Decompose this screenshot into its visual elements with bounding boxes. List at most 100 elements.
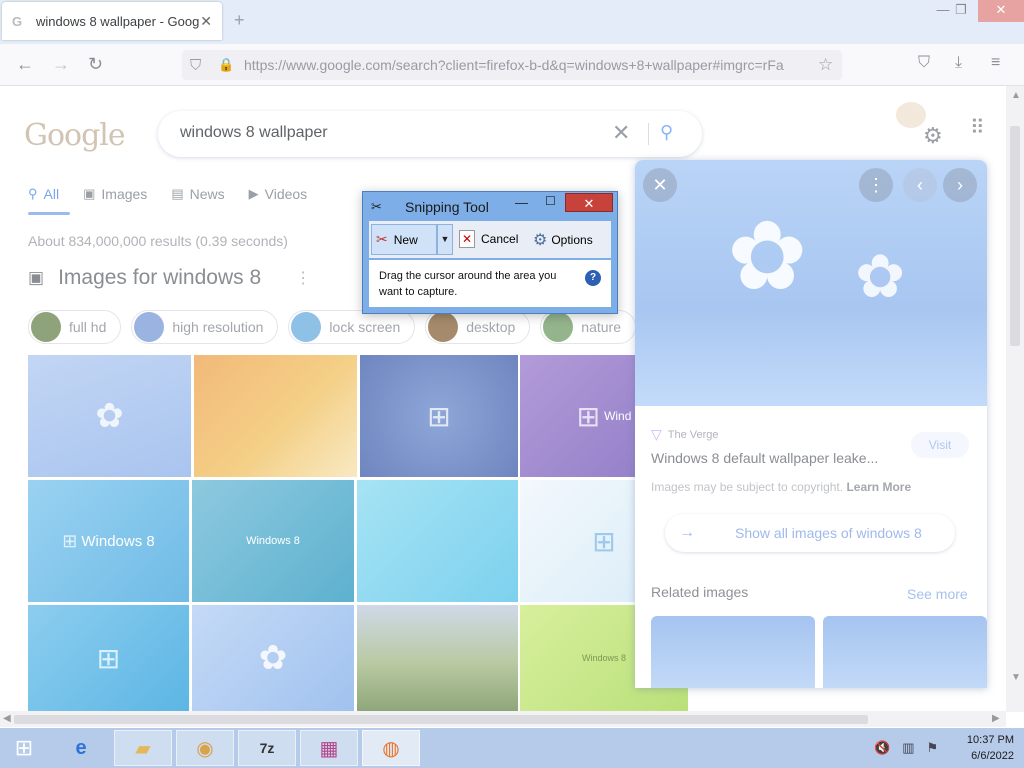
snipping-tool-titlebar[interactable]: ✂ Snipping Tool — ☐ ✕ <box>363 192 617 221</box>
more-options-icon[interactable]: ⋮ <box>295 268 311 288</box>
tab-images[interactable]: ▣ Images <box>83 186 147 202</box>
chip-desktop[interactable]: desktop <box>425 310 531 344</box>
gear-icon[interactable]: ⚙ <box>923 123 943 149</box>
learn-more-link[interactable]: Learn More <box>846 480 911 494</box>
snip-mode-dropdown[interactable]: ▼ <box>437 224 453 255</box>
restore-window-icon[interactable]: ❐ <box>946 0 976 22</box>
new-tab-icon[interactable]: + <box>234 10 245 31</box>
tab-videos[interactable]: ▶ Videos <box>249 186 308 202</box>
related-image[interactable] <box>651 616 815 688</box>
more-options-icon[interactable]: ⋮ <box>859 168 893 202</box>
chip-thumbnail <box>291 312 322 342</box>
start-button-icon[interactable]: ⊞ <box>0 730 48 766</box>
snipping-toolbar: ✂ New ▼ ✕ Cancel ⚙ Options <box>369 221 611 258</box>
image-result[interactable] <box>357 480 518 602</box>
next-image-icon[interactable]: › <box>943 168 977 202</box>
scroll-thumb[interactable] <box>1010 126 1020 346</box>
preview-title[interactable]: Windows 8 default wallpaper leake... <box>651 450 878 466</box>
chip-nature[interactable]: nature <box>540 310 636 344</box>
new-snip-button[interactable]: ✂ New <box>371 224 437 255</box>
previous-image-icon[interactable]: ‹ <box>903 168 937 202</box>
chip-full-hd[interactable]: full hd <box>28 310 122 344</box>
image-result[interactable]: ⊞ <box>28 605 189 711</box>
results-count: About 834,000,000 results (0.39 seconds) <box>28 233 288 249</box>
maximize-icon[interactable]: ☐ <box>545 194 556 208</box>
image-result[interactable]: ✿ <box>192 605 354 711</box>
cancel-button[interactable]: ✕ Cancel <box>459 230 518 248</box>
menu-icon[interactable]: ≡ <box>991 54 1000 72</box>
scissors-icon: ✂ <box>376 231 388 247</box>
source-site[interactable]: ▽ The Verge <box>651 426 719 443</box>
minimize-icon[interactable]: — <box>515 195 528 210</box>
tab-label: News <box>189 186 225 202</box>
image-result[interactable] <box>194 355 357 477</box>
close-window-icon[interactable]: ✕ <box>978 0 1024 22</box>
chip-lock-screen[interactable]: lock screen <box>288 310 416 344</box>
image-result[interactable]: ⊞ <box>360 355 518 477</box>
forward-icon[interactable]: → <box>52 54 70 75</box>
search-box[interactable]: windows 8 wallpaper ✕ ⚲ <box>158 111 702 157</box>
avatar[interactable] <box>896 102 926 128</box>
image-result[interactable]: Windows 8 <box>192 480 354 602</box>
search-icon[interactable]: ⚲ <box>660 122 673 143</box>
horizontal-scrollbar[interactable]: ◀ ▶ <box>0 711 1006 727</box>
scroll-left-icon[interactable]: ◀ <box>3 713 11 724</box>
scroll-down-icon[interactable]: ▼ <box>1011 672 1021 683</box>
volume-muted-icon[interactable]: 🔇 <box>874 740 890 756</box>
close-icon[interactable]: ✕ <box>565 193 613 212</box>
image-result[interactable]: ⊞ Windows 8 <box>28 480 189 602</box>
google-logo[interactable]: Google <box>24 118 126 153</box>
search-input[interactable]: windows 8 wallpaper <box>180 124 328 142</box>
options-button[interactable]: ⚙ Options <box>533 230 593 250</box>
close-panel-icon[interactable]: ✕ <box>643 168 677 202</box>
snipping-tool-window[interactable]: ✂ Snipping Tool — ☐ ✕ ✂ New ▼ ✕ Cancel ⚙… <box>362 191 618 314</box>
windows-logo-icon: ⊞ <box>96 642 121 674</box>
action-center-flag-icon[interactable]: ⚑ <box>926 740 938 756</box>
chrome-icon[interactable]: ◉ <box>176 730 234 766</box>
chip-thumbnail <box>428 312 459 342</box>
clock-time: 10:37 PM <box>966 734 1014 746</box>
system-clock[interactable]: 10:37 PM 6/6/2022 <box>950 732 1014 764</box>
scroll-thumb[interactable] <box>14 715 868 724</box>
show-all-images-button[interactable]: → Show all images of windows 8 <box>665 514 955 552</box>
clear-search-icon[interactable]: ✕ <box>612 120 630 146</box>
lock-icon: 🔒 <box>218 57 235 72</box>
chip-thumbnail <box>31 312 61 342</box>
tab-label: Images <box>101 186 148 202</box>
video-icon: ▶ <box>248 186 259 201</box>
scroll-right-icon[interactable]: ▶ <box>992 713 1000 724</box>
images-heading[interactable]: Images for windows 8 <box>58 266 261 290</box>
tab-news[interactable]: ▤ News <box>171 186 224 202</box>
reload-icon[interactable]: ↻ <box>88 54 103 75</box>
shield-icon[interactable]: ⛉ <box>190 57 201 74</box>
network-icon[interactable]: ▥ <box>902 740 914 756</box>
download-icon[interactable]: ⤓ <box>955 54 962 72</box>
system-tray: 🔇 ▥ ⚑ <box>874 740 938 756</box>
scroll-up-icon[interactable]: ▲ <box>1011 90 1021 101</box>
address-bar[interactable]: ⛉ 🔒 https://www.google.com/search?client… <box>182 50 842 80</box>
vertical-scrollbar[interactable]: ▲ ▼ <box>1006 86 1024 712</box>
image-result[interactable]: ✿ <box>28 355 191 477</box>
related-image[interactable] <box>823 616 987 688</box>
help-icon[interactable]: ? <box>585 270 601 286</box>
see-more-link[interactable]: See more <box>907 586 968 602</box>
image-result[interactable] <box>357 605 518 711</box>
7zip-icon[interactable]: 7z <box>238 730 296 766</box>
pocket-icon[interactable]: ⛉ <box>918 54 930 72</box>
internet-explorer-icon[interactable]: e <box>52 730 110 766</box>
windows-logo-icon: ⊞ <box>592 525 616 557</box>
bookmark-star-icon[interactable]: ☆ <box>818 55 833 75</box>
apps-grid-icon[interactable]: ⠿ <box>970 118 994 138</box>
firefox-icon[interactable]: ◍ <box>362 730 420 766</box>
file-explorer-icon[interactable]: ▰ <box>114 730 172 766</box>
browser-tab[interactable]: G windows 8 wallpaper - Google ✕ <box>2 2 222 40</box>
preview-image[interactable]: ✿ ✿ <box>635 160 987 406</box>
tab-close-icon[interactable]: ✕ <box>200 13 212 30</box>
chip-label: lock screen <box>329 319 401 335</box>
office-icon[interactable]: ▦ <box>300 730 358 766</box>
back-icon[interactable]: ← <box>16 54 34 75</box>
tab-all[interactable]: ⚲ All <box>28 186 59 202</box>
cancel-icon: ✕ <box>459 230 475 248</box>
visit-button[interactable]: Visit <box>911 432 969 458</box>
chip-high-resolution[interactable]: high resolution <box>131 310 279 344</box>
